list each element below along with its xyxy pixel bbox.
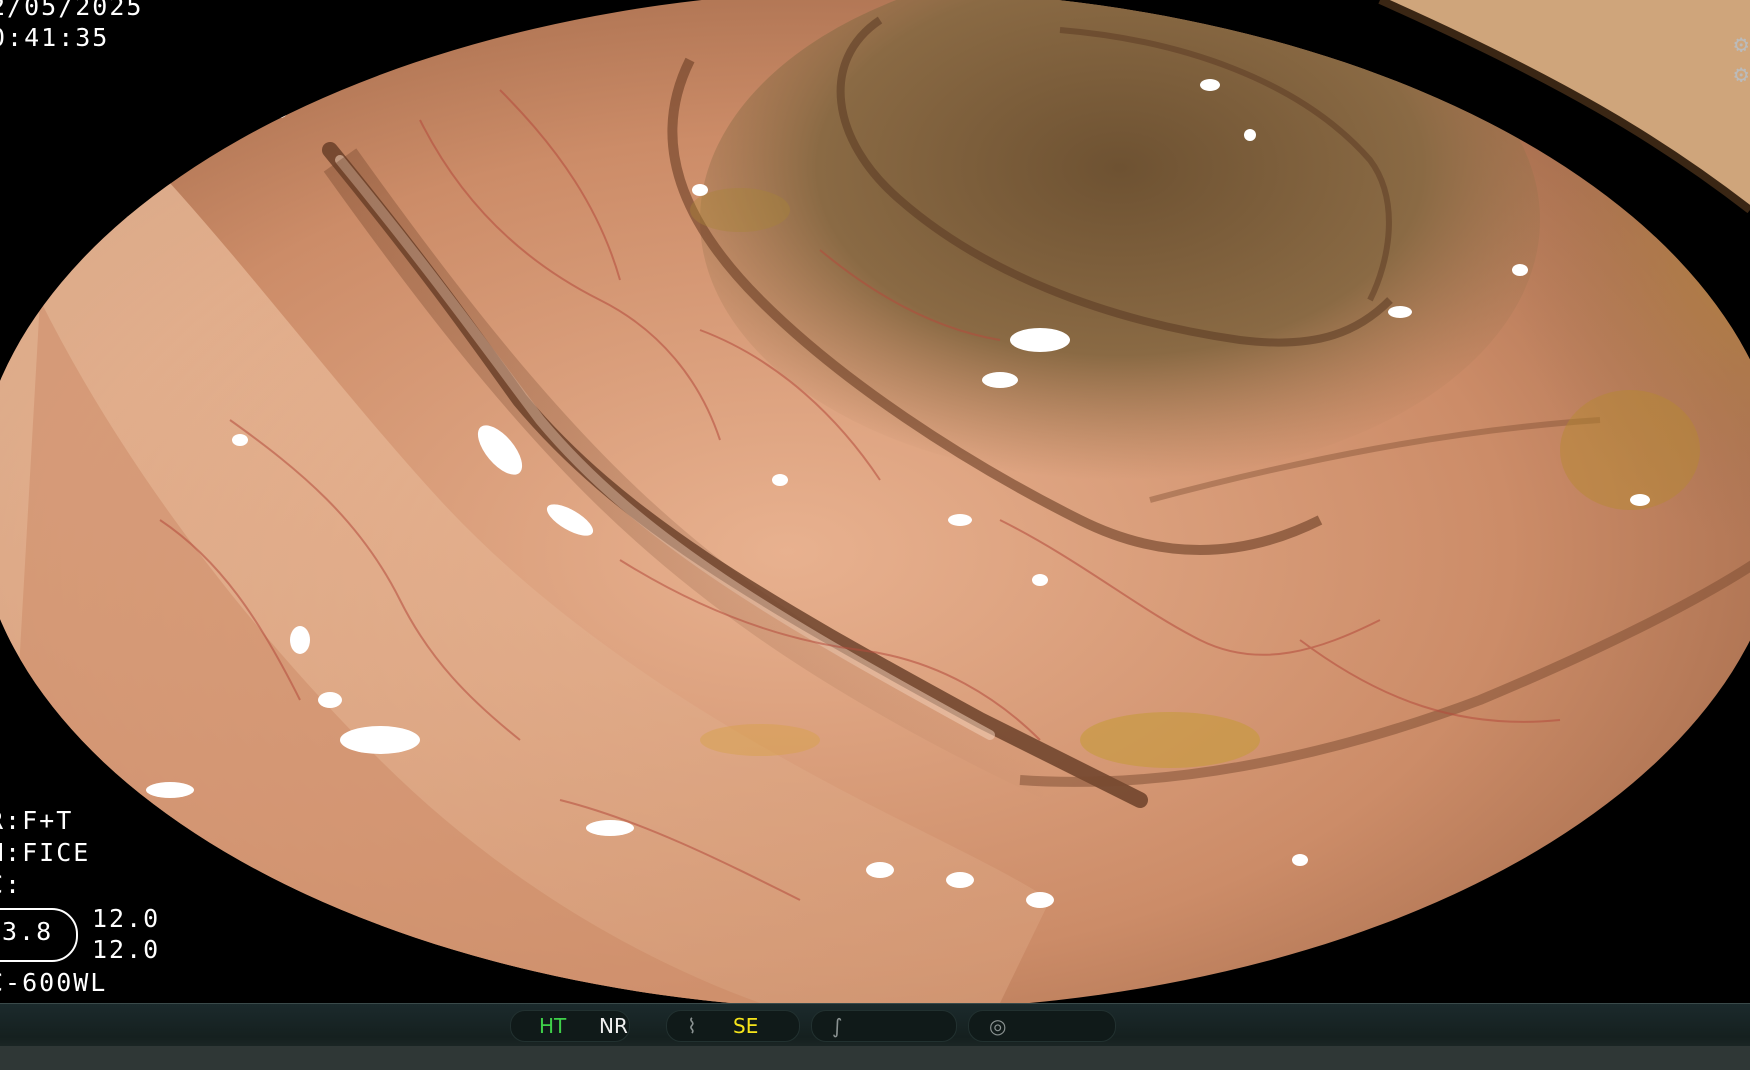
se-label: SE [733, 1014, 759, 1038]
right-icon-column: ⚙ ⚙ [1734, 30, 1750, 90]
value-readout-2: 12.0 [92, 935, 161, 964]
ht-label: HT [539, 1014, 567, 1038]
settings-icon: ⚙ [1734, 30, 1749, 58]
c-mode-readout: C: [0, 870, 23, 899]
settings-icon: ⚙ [1734, 60, 1749, 88]
m-mode-readout: M:FICE [0, 838, 91, 867]
ht-nr-indicator: HT NR [510, 1010, 630, 1042]
zoom-readout: 3.8 [2, 917, 54, 946]
time-readout: 0:41:35 [0, 23, 110, 52]
nr-label: NR [599, 1014, 628, 1038]
value-readout-1: 12.0 [92, 904, 161, 933]
waveform-icon: ⌇ [687, 1014, 697, 1038]
curve-indicator: ∫ [811, 1010, 957, 1042]
endoscopy-screen: 2/05/2025 0:41:35 R:F+T M:FICE C: 3.8 12… [0, 0, 1750, 1070]
status-bar: HT NR ⌇ SE ∫ ◎ [0, 1003, 1750, 1070]
status-bar-stripe [0, 1046, 1750, 1070]
slash-curve-icon: ∫ [832, 1014, 843, 1038]
endoscopic-view [0, 0, 1750, 1003]
r-mode-readout: R:F+T [0, 806, 74, 835]
colon-lumen-image [0, 0, 1750, 1003]
gauge-indicator: ◎ [968, 1010, 1116, 1042]
date-readout: 2/05/2025 [0, 0, 144, 21]
se-indicator: ⌇ SE [666, 1010, 800, 1042]
scope-model-readout: C-600WL [0, 968, 108, 997]
gauge-icon: ◎ [989, 1014, 1007, 1038]
